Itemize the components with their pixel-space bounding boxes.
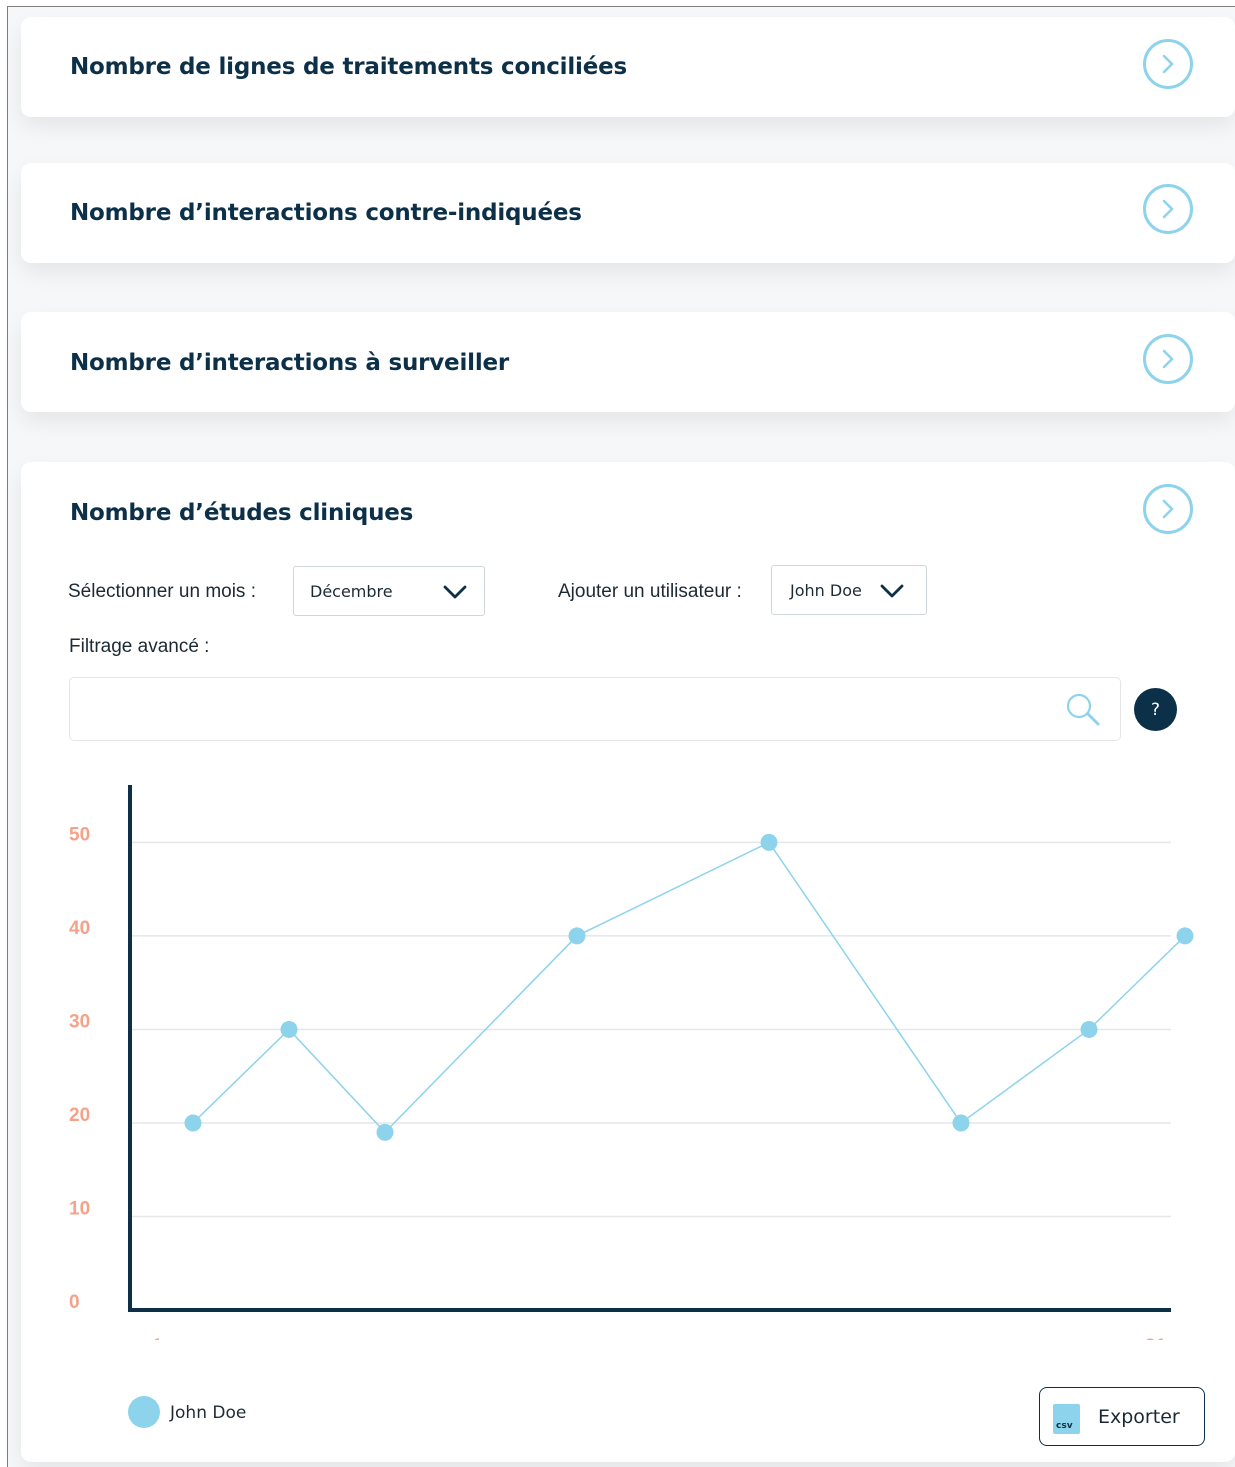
user-label: Ajouter un utilisateur : (558, 581, 742, 602)
advanced-filter-input[interactable] (69, 677, 1121, 741)
series-line (192, 841, 1186, 1134)
x-tick-label: 1 (152, 1336, 163, 1340)
help-button[interactable]: ? (1134, 688, 1177, 731)
expand-button[interactable] (1143, 334, 1193, 384)
y-tick-label: 20 (69, 1105, 90, 1126)
y-tick-label: 10 (69, 1198, 90, 1219)
advanced-filter-label: Filtrage avancé : (69, 636, 210, 657)
card-title: Nombre d’interactions à surveiller (70, 350, 510, 376)
chevron-right-icon (1162, 199, 1174, 219)
csv-badge: csv (1056, 1421, 1073, 1431)
expand-button[interactable] (1143, 184, 1193, 234)
chevron-right-icon (1162, 349, 1174, 369)
month-value: Décembre (310, 582, 393, 601)
card-title: Nombre d’interactions contre-indiquées (70, 200, 582, 226)
chevron-down-icon (443, 585, 467, 599)
legend-label: John Doe (170, 1403, 247, 1423)
clinical-studies-chart: 0 10 20 30 40 50 1 31 (69, 785, 1194, 1340)
expand-button[interactable] (1143, 39, 1193, 89)
user-value: John Doe (790, 581, 862, 600)
user-select[interactable]: John Doe (771, 565, 927, 615)
data-point (184, 1114, 202, 1132)
card-title: Nombre d’études cliniques (70, 500, 414, 526)
data-point (280, 1020, 298, 1038)
export-label: Exporter (1098, 1406, 1180, 1428)
legend-swatch (128, 1396, 160, 1428)
export-button[interactable]: csv Exporter (1039, 1387, 1205, 1446)
y-tick-label: 50 (69, 824, 90, 845)
y-tick-label: 30 (69, 1011, 90, 1032)
data-point (1080, 1020, 1098, 1038)
data-point (376, 1123, 394, 1141)
search-icon[interactable] (1064, 692, 1102, 728)
chevron-right-icon (1162, 499, 1174, 519)
chevron-down-icon (880, 584, 904, 598)
card-title: Nombre de lignes de traitements concilié… (70, 54, 628, 80)
y-tick-label: 40 (69, 918, 90, 939)
card-contraindicated-interactions[interactable]: Nombre d’interactions contre-indiquées (21, 163, 1235, 263)
data-point (760, 833, 778, 851)
data-point (568, 927, 586, 945)
card-interactions-to-monitor[interactable]: Nombre d’interactions à surveiller (21, 312, 1235, 412)
month-select[interactable]: Décembre (293, 566, 485, 616)
data-point (952, 1114, 970, 1132)
x-tick-label: 31 (1145, 1336, 1167, 1340)
collapse-button[interactable] (1143, 484, 1193, 534)
y-tick-label: 0 (69, 1292, 80, 1313)
csv-file-icon: csv (1053, 1404, 1080, 1434)
card-conciliated-lines[interactable]: Nombre de lignes de traitements concilié… (21, 17, 1235, 117)
month-label: Sélectionner un mois : (68, 581, 256, 602)
data-point (1176, 927, 1194, 945)
card-clinical-studies: Nombre d’études cliniques Sélectionner u… (21, 462, 1235, 1462)
chevron-right-icon (1162, 54, 1174, 74)
